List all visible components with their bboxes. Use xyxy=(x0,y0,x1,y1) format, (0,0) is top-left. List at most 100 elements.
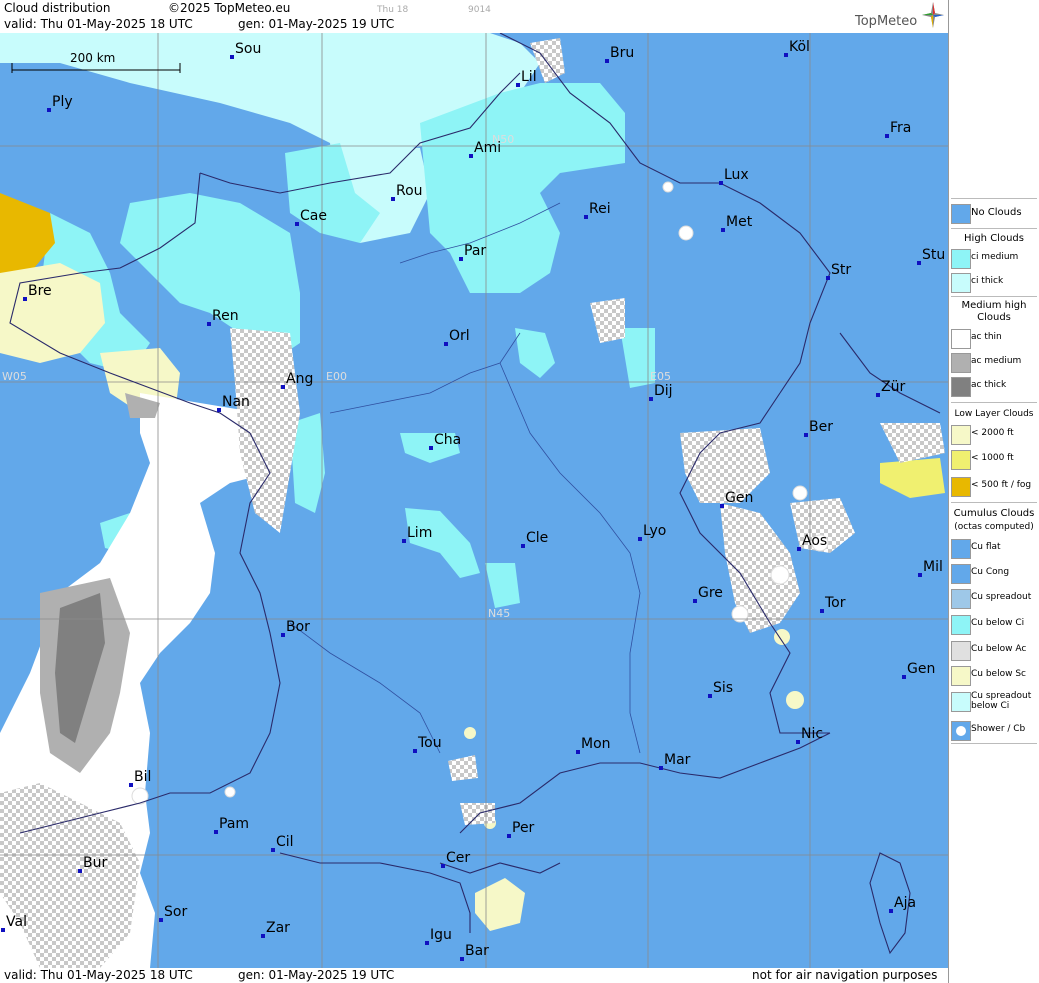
ac-thin-swatch xyxy=(951,329,971,349)
legend-divider xyxy=(951,198,1037,199)
cu-below-ci-swatch xyxy=(951,615,971,635)
legend-ac-thin: ac thin xyxy=(949,327,1039,349)
legend-divider xyxy=(951,296,1037,297)
legend-medium-header: Medium high Clouds xyxy=(961,300,1027,323)
low-500-swatch xyxy=(951,477,971,497)
city-marker xyxy=(459,257,463,261)
city-label: Gen xyxy=(907,661,936,677)
city-label: Cil xyxy=(276,834,294,850)
city-label: Lil xyxy=(521,69,537,85)
city-marker xyxy=(638,537,642,541)
legend-cu-spreadout: Cu spreadout xyxy=(949,587,1039,609)
city-marker xyxy=(281,385,285,389)
city-marker xyxy=(444,342,448,346)
shower-cb-swatch xyxy=(951,721,971,741)
city-marker xyxy=(784,53,788,57)
city-marker xyxy=(584,215,588,219)
legend-cumulus-sub: (octas computed) xyxy=(954,522,1034,532)
legend-cu-cong: Cu Cong xyxy=(949,562,1039,584)
legend-cu-spreadout-below-ci: Cu spreadout below Ci xyxy=(949,690,1039,718)
city-marker xyxy=(78,869,82,873)
city-label: Dij xyxy=(654,383,673,399)
faint-code-label: 9014 xyxy=(468,5,491,15)
city-marker xyxy=(826,276,830,280)
city-marker xyxy=(918,573,922,577)
city-marker xyxy=(720,504,724,508)
city-marker xyxy=(917,261,921,265)
city-marker xyxy=(804,433,808,437)
city-marker xyxy=(885,134,889,138)
legend-cu-flat: Cu flat xyxy=(949,537,1039,559)
cu-cong-swatch xyxy=(951,564,971,584)
city-label: Par xyxy=(464,243,487,259)
city-label: Tou xyxy=(418,735,442,751)
city-label: Sou xyxy=(235,41,262,57)
legend-low-header: Low Layer Clouds xyxy=(954,409,1034,419)
city-label: Aja xyxy=(894,895,917,911)
city-label: Sis xyxy=(713,680,734,696)
city-label: Orl xyxy=(449,328,470,344)
legend-ci-medium: ci medium xyxy=(949,247,1039,269)
city-marker xyxy=(460,957,464,961)
city-label: Mar xyxy=(664,752,691,768)
city-label: Lim xyxy=(407,525,433,541)
faint-day-label: Thu 18 xyxy=(377,5,409,15)
legend-cu-below-sc: Cu below Sc xyxy=(949,664,1039,686)
legend-panel: No Clouds High Clouds ci medium ci thick… xyxy=(948,0,1039,983)
cu-below-ac-swatch xyxy=(951,641,971,661)
city-marker xyxy=(605,59,609,63)
gen-time: gen: 01-May-2025 19 UTC xyxy=(238,17,395,31)
footer-gen-time: gen: 01-May-2025 19 UTC xyxy=(238,968,395,982)
city-label: Rou xyxy=(396,183,423,199)
city-label: Fra xyxy=(890,120,912,136)
city-marker xyxy=(217,408,221,412)
ci-medium-swatch xyxy=(951,249,971,269)
legend-no-clouds: No Clouds xyxy=(949,202,1039,224)
cu-below-sc-swatch xyxy=(951,666,971,686)
header-bar: Cloud distribution ©2025 TopMeteo.eu val… xyxy=(0,0,948,34)
legend-ci-thick: ci thick xyxy=(949,271,1039,293)
legend-cu-below-ci: Cu below Ci xyxy=(949,613,1039,635)
city-marker xyxy=(271,848,275,852)
topmeteo-logo[interactable]: TopMeteo xyxy=(855,14,917,29)
city-marker xyxy=(876,393,880,397)
city-label: Ang xyxy=(286,371,314,387)
city-label: Str xyxy=(831,262,852,278)
city-marker xyxy=(721,228,725,232)
city-marker xyxy=(708,694,712,698)
city-marker xyxy=(429,446,433,450)
city-label: Mil xyxy=(923,559,943,575)
city-marker xyxy=(719,181,723,185)
cloud-map[interactable]: 200 km N50 N45 W05 E00 E05 Sou Bru Köl Lil P… xyxy=(0,33,948,968)
cu-spreadout-below-ci-swatch xyxy=(951,692,971,712)
city-marker xyxy=(796,740,800,744)
legend-divider xyxy=(951,743,1037,744)
map-title: Cloud distribution xyxy=(4,1,111,15)
legend-ac-medium: ac medium xyxy=(949,351,1039,373)
city-marker xyxy=(425,941,429,945)
footer-bar: valid: Thu 01-May-2025 18 UTC gen: 01-Ma… xyxy=(0,968,948,983)
low-2000-swatch xyxy=(951,425,971,445)
city-marker xyxy=(576,750,580,754)
legend-divider xyxy=(951,502,1037,503)
legend-divider xyxy=(951,402,1037,403)
city-marker xyxy=(889,909,893,913)
city-label: Bar xyxy=(465,943,489,959)
city-marker xyxy=(230,55,234,59)
city-marker xyxy=(47,108,51,112)
city-label: Cer xyxy=(446,850,471,866)
city-label: Rei xyxy=(589,201,611,217)
city-label: Gen xyxy=(725,490,754,506)
city-label: Ply xyxy=(52,94,73,110)
city-marker xyxy=(159,918,163,922)
rivers xyxy=(289,202,641,754)
city-label: Gre xyxy=(698,585,723,601)
city-marker xyxy=(281,633,285,637)
city-label: Zar xyxy=(266,920,290,936)
city-marker xyxy=(521,544,525,548)
city-label: Lux xyxy=(724,167,749,183)
no-clouds-swatch xyxy=(951,204,971,224)
ac-thick-swatch xyxy=(951,377,971,397)
map-canvas xyxy=(0,33,948,968)
city-label: Tor xyxy=(825,595,846,611)
